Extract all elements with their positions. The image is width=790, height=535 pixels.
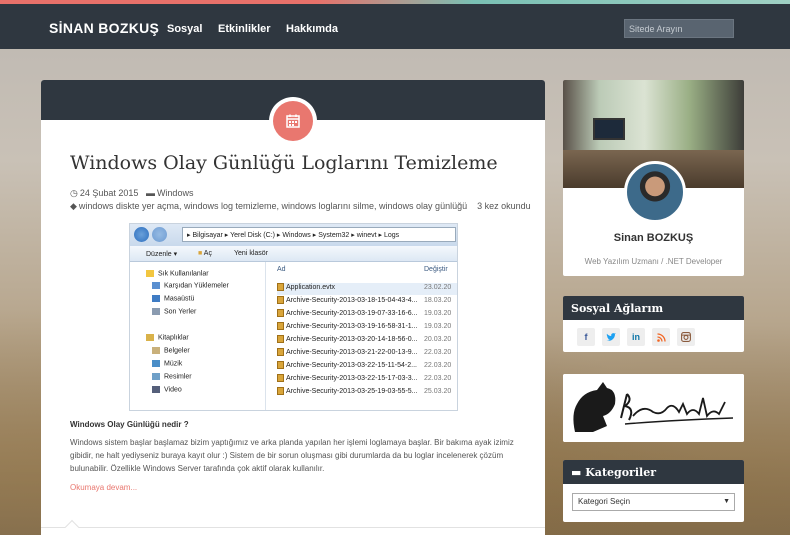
post-subheading: Windows Olay Günlüğü nedir ? [70,420,189,429]
forward-arrow-icon [152,227,167,242]
explorer-file-list: Ad Değiştir Application.evtx 23.02.20 Arc… [267,262,457,410]
navbar: SİNAN BOZKUŞ Sosyal Etkinlikler Hakkımda [0,4,790,49]
col-modified: Değiştir [424,266,448,273]
file-row: Application.evtx 23.02.20 [277,283,457,295]
post-footer-divider [41,527,545,528]
facebook-icon[interactable]: f [577,328,595,346]
ataturk-signature-image [563,374,744,442]
tree-item: Sık Kullanılanlar [146,270,209,277]
profile-name: Sinan BOZKUŞ [613,232,694,244]
post-excerpt: Windows sistem başlar başlamaz bizim yap… [70,438,514,473]
folder-icon: ▬ [145,188,155,198]
post-icon-ring [269,97,317,145]
tree-item: Kitaplıklar [146,334,189,341]
cmd-organize: Düzenle ▾ [146,251,178,258]
profile-role: Web Yazılım Uzmanı / .NET Developer [584,257,723,266]
nav-item-sosyal[interactable]: Sosyal [167,23,202,35]
avatar[interactable] [624,161,686,223]
col-name: Ad [277,266,286,273]
calendar-icon [273,101,313,141]
explorer-command-bar: Düzenle ▾ ■ Aç Yeni klasör [130,246,457,262]
explorer-path: ▸ Bilgisayar ▸ Yerel Disk (C:) ▸ Windows… [182,227,456,242]
category-select[interactable]: Kategori Seçin ▼ [572,493,735,511]
back-arrow-icon [134,227,149,242]
tree-item: Müzik [152,360,182,367]
tree-item: Masaüstü [152,295,194,302]
nav-item-etkinlikler[interactable]: Etkinlikler [218,23,271,35]
file-row: Archive-Security-2013-03-25-19-03-55-5..… [277,387,457,399]
twitter-icon[interactable] [602,328,620,346]
read-more-link[interactable]: Okumaya devam... [70,483,137,492]
cmd-new-folder: Yeni klasör [234,250,268,257]
site-brand[interactable]: SİNAN BOZKUŞ [49,20,159,36]
tree-item: Video [152,386,182,393]
post-tags[interactable]: windows diskte yer açma, windows log tem… [79,201,467,211]
tag-icon: ◆ [70,201,77,211]
categories-widget-title: ▬ Kategoriler [563,460,744,484]
signature-widget [563,374,744,442]
file-row: Archive-Security-2013-03-22-15-17-03-3..… [277,374,457,386]
linkedin-icon[interactable]: in [627,328,645,346]
post-meta-row: ◷ 24 Şubat 2015 ▬ Windows [70,188,193,199]
post-category[interactable]: Windows [157,188,194,198]
explorer-address-bar: ▸ Bilgisayar ▸ Yerel Disk (C:) ▸ Windows… [130,224,457,246]
post-date: 24 Şubat 2015 [79,188,139,198]
nav-item-hakkimda[interactable]: Hakkımda [286,23,338,35]
file-row: Archive-Security-2013-03-19-07-33-16-6..… [277,309,457,321]
post-screenshot: ▸ Bilgisayar ▸ Yerel Disk (C:) ▸ Windows… [129,223,458,411]
search-input[interactable] [624,19,734,38]
cmd-open: ■ Aç [198,250,212,257]
explorer-nav-pane: Sık Kullanılanlar Karşıdan Yüklemeler Ma… [130,262,266,410]
post-card: Windows Olay Günlüğü Loglarını Temizleme… [41,80,545,535]
social-widget-title: Sosyal Ağlarım [563,296,744,320]
file-row: Archive-Security-2013-03-22-15-11-54-2..… [277,361,457,373]
file-row: Archive-Security-2013-03-18-15-04-43-4..… [277,296,457,308]
tree-item: Karşıdan Yüklemeler [152,282,229,289]
file-row: Archive-Security-2013-03-20-14-18-56-0..… [277,335,457,347]
instagram-icon[interactable] [677,328,695,346]
post-title[interactable]: Windows Olay Günlüğü Loglarını Temizleme [70,152,498,174]
cover-monitor [593,118,625,140]
folder-open-icon: ▬ [571,466,582,479]
tree-item: Belgeler [152,347,190,354]
post-footer-notch [64,519,80,535]
chevron-down-icon: ▼ [723,498,730,505]
file-row: Archive-Security-2013-03-21-22-00-13-9..… [277,348,457,360]
profile-widget: Sinan BOZKUŞ Web Yazılım Uzmanı / .NET D… [563,80,744,276]
read-count: 3 kez okundu [477,201,531,211]
post-tags-row: ◆ windows diskte yer açma, windows log te… [70,201,531,212]
tree-item: Resimler [152,373,192,380]
social-widget: Sosyal Ağlarım f in [563,296,744,352]
file-row: Archive-Security-2013-03-19-16-58-31-1..… [277,322,457,334]
clock-icon: ◷ [70,188,78,198]
categories-widget: ▬ Kategoriler Kategori Seçin ▼ [563,460,744,522]
rss-icon[interactable] [652,328,670,346]
tree-item: Son Yerler [152,308,196,315]
